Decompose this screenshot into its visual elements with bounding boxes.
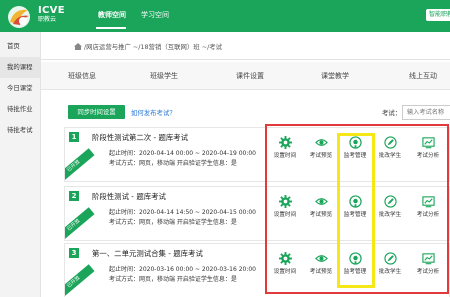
nav-teacher-space[interactable]: 教师空间 xyxy=(98,10,126,20)
status-ribbon: 已开放 xyxy=(65,148,95,181)
exam-mode-value: 网页，移动端 开启验证学生信息：是 xyxy=(139,219,237,226)
exam-mode-value: 网页，移动端 开启验证学生信息：是 xyxy=(139,276,237,283)
tab-class-students[interactable]: 班级学生 xyxy=(150,71,178,81)
highlight-proctor-column xyxy=(337,133,375,288)
exam-title[interactable]: 阶段性测试 - 题库考试 xyxy=(92,191,166,202)
divider xyxy=(41,59,450,60)
exam-mode: 考试方式：网页，移动端 开启验证学生信息：是 xyxy=(109,217,237,226)
nav-active-indicator xyxy=(96,27,126,29)
exam-title[interactable]: 第一、二单元测试合集 - 题库考试 xyxy=(92,248,203,259)
status-ribbon: 已开放 xyxy=(65,264,95,297)
exam-time-value: 2020-04-14 14:50 ~ 2020-04-15 00:00 xyxy=(139,209,256,216)
nav-learning-space[interactable]: 学习空间 xyxy=(141,10,169,20)
exam-title[interactable]: 阶段性测试第二次 - 题库考试 xyxy=(92,132,188,143)
sidebar: 首页 我的课程 今日课堂 待批作业 待批考试 xyxy=(0,32,41,297)
exam-time-value: 2020-04-14 00:00 ~ 2020-04-19 00:00 xyxy=(139,150,256,157)
sidebar-item-pending-homework[interactable]: 待批作业 xyxy=(0,99,40,120)
how-to-publish-link[interactable]: 如何发布考试？ xyxy=(131,108,176,117)
tab-online-interaction[interactable]: 线上互动 xyxy=(409,71,437,81)
brand-name-cn: 职教云 xyxy=(38,16,57,23)
tab-class-info[interactable]: 班级信息 xyxy=(68,71,96,81)
sync-time-settings-button[interactable]: 同步时间设置 xyxy=(68,105,125,119)
exam-mode-label: 考试方式： xyxy=(109,219,140,226)
exam-search-label: 考试： xyxy=(382,109,402,117)
breadcrumb: /网店运营与推广 ~/18营销（互联网）班 ~/考试 xyxy=(74,42,222,51)
sidebar-item-home[interactable]: 首页 xyxy=(0,36,40,57)
smart-education-button[interactable]: 智能职教 xyxy=(426,9,450,21)
exam-mode: 考试方式：网页，移动端 开启验证学生信息：是 xyxy=(109,274,237,283)
brand-name-en: ICVE xyxy=(38,5,65,16)
exam-time-label: 起止时间： xyxy=(109,266,140,273)
exam-time-label: 起止时间： xyxy=(109,150,140,157)
exam-time-label: 起止时间： xyxy=(109,209,140,216)
exam-mode-label: 考试方式： xyxy=(109,276,140,283)
sidebar-item-my-courses[interactable]: 我的课程 xyxy=(0,57,40,78)
exam-mode-value: 网页，移动端 开启验证学生信息：是 xyxy=(139,160,237,167)
class-tabs: 班级信息 班级学生 课件设置 课堂教学 线上互动 xyxy=(41,62,450,90)
sidebar-item-pending-exams[interactable]: 待批考试 xyxy=(0,120,40,141)
top-bar: ICVE 职教云 教师空间 学习空间 智能职教 xyxy=(0,0,450,32)
exam-time: 起止时间：2020-03-16 00:00 ~ 2020-03-16 20:00 xyxy=(109,264,256,273)
exam-search-input[interactable] xyxy=(402,105,450,120)
home-icon[interactable] xyxy=(74,43,82,50)
exam-time: 起止时间：2020-04-14 00:00 ~ 2020-04-19 00:00 xyxy=(109,148,256,157)
exam-time-value: 2020-03-16 00:00 ~ 2020-03-16 20:00 xyxy=(139,266,256,273)
brand[interactable]: ICVE 职教云 xyxy=(38,6,65,24)
sidebar-item-today-class[interactable]: 今日课堂 xyxy=(0,78,40,99)
tab-courseware-settings[interactable]: 课件设置 xyxy=(236,71,264,81)
exam-time: 起止时间：2020-04-14 14:50 ~ 2020-04-15 00:00 xyxy=(109,207,256,216)
icve-logo-icon xyxy=(8,6,30,28)
exam-mode: 考试方式：网页，移动端 开启验证学生信息：是 xyxy=(109,158,237,167)
exam-number: 1 xyxy=(69,132,79,142)
exam-mode-label: 考试方式： xyxy=(109,160,140,167)
status-ribbon: 已开放 xyxy=(65,207,95,240)
exam-number: 3 xyxy=(69,248,79,258)
breadcrumb-path[interactable]: /网店运营与推广 ~/18营销（互联网）班 ~/考试 xyxy=(84,43,222,51)
tab-classroom-teaching[interactable]: 课堂教学 xyxy=(321,71,349,81)
exam-number: 2 xyxy=(69,191,79,201)
